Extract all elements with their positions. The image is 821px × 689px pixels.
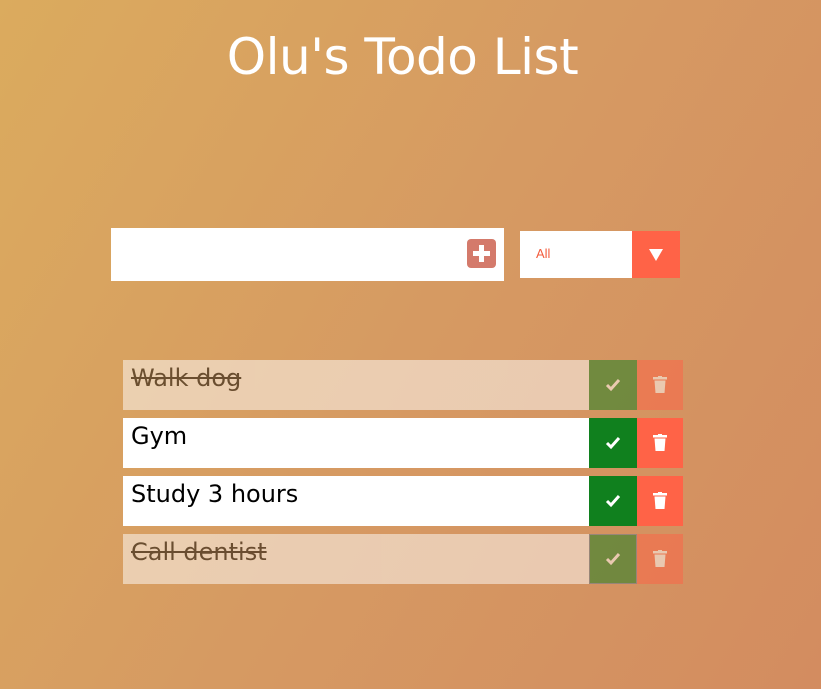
- caret-down-icon: [649, 249, 663, 261]
- todo-item: Study 3 hours: [123, 476, 683, 526]
- filter-dropdown-button[interactable]: [632, 231, 680, 278]
- todo-text: Walk dog: [131, 364, 242, 392]
- trash-icon: [653, 492, 667, 509]
- todo-item: Walk dog: [123, 360, 683, 410]
- filter-selected-value: All: [536, 246, 551, 261]
- plus-square-icon: [473, 245, 490, 262]
- todo-text: Study 3 hours: [131, 480, 299, 508]
- trash-icon: [653, 376, 667, 393]
- todo-text: Gym: [131, 422, 188, 450]
- trash-icon: [653, 434, 667, 451]
- complete-button[interactable]: [589, 360, 637, 410]
- todo-text: Call dentist: [131, 538, 267, 566]
- todo-item: Gym: [123, 418, 683, 468]
- complete-button[interactable]: [589, 418, 637, 468]
- trash-icon: [653, 550, 667, 567]
- add-todo-form: [111, 228, 504, 281]
- filter-select[interactable]: All: [520, 231, 680, 278]
- complete-button[interactable]: [589, 476, 637, 526]
- check-icon: [605, 437, 621, 450]
- check-icon: [605, 495, 621, 508]
- todo-list: Walk dog Gym Study 3 hours Call dentist: [123, 360, 683, 592]
- check-icon: [605, 379, 621, 392]
- delete-button[interactable]: [637, 418, 683, 468]
- todo-item: Call dentist: [123, 534, 683, 584]
- delete-button[interactable]: [637, 360, 683, 410]
- delete-button[interactable]: [637, 534, 683, 584]
- delete-button[interactable]: [637, 476, 683, 526]
- check-icon: [605, 553, 621, 566]
- todo-input[interactable]: [121, 238, 465, 273]
- page-title: Olu's Todo List: [226, 28, 579, 86]
- complete-button[interactable]: [589, 534, 637, 584]
- add-todo-button[interactable]: [467, 239, 496, 268]
